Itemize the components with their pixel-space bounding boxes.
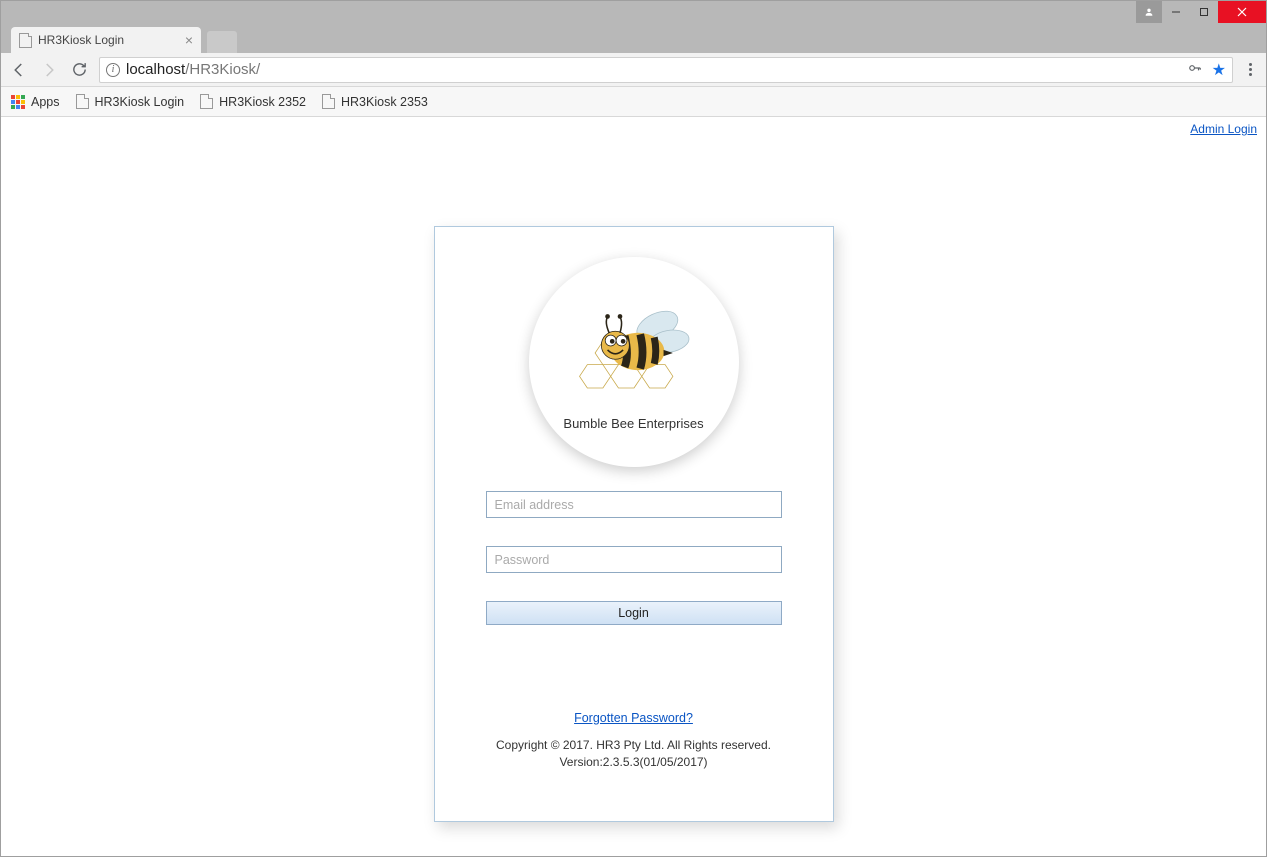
company-logo: Bumble Bee Enterprises bbox=[529, 257, 739, 467]
bookmark-label: HR3Kiosk 2353 bbox=[341, 95, 428, 109]
page-content: Admin Login bbox=[2, 117, 1265, 855]
tab-title: HR3Kiosk Login bbox=[38, 33, 124, 47]
apps-grid-icon bbox=[11, 95, 25, 109]
bookmark-label: HR3Kiosk Login bbox=[95, 95, 185, 109]
copyright-text: Copyright © 2017. HR3 Pty Ltd. All Right… bbox=[455, 737, 813, 771]
bookmark-label: HR3Kiosk 2352 bbox=[219, 95, 306, 109]
url-host: localhost bbox=[126, 61, 185, 78]
password-field[interactable] bbox=[486, 546, 782, 573]
file-icon bbox=[76, 94, 89, 109]
browser-window: HR3Kiosk Login × i localhost/HR3Kiosk/ ★ bbox=[0, 0, 1267, 857]
forward-button[interactable] bbox=[39, 60, 59, 80]
site-info-icon[interactable]: i bbox=[106, 63, 120, 77]
browser-menu-button[interactable] bbox=[1243, 63, 1258, 76]
email-field[interactable] bbox=[486, 491, 782, 518]
tab-close-icon[interactable]: × bbox=[185, 33, 193, 47]
file-icon bbox=[200, 94, 213, 109]
bookmark-item[interactable]: HR3Kiosk 2352 bbox=[200, 94, 306, 109]
apps-shortcut[interactable]: Apps bbox=[11, 95, 60, 109]
address-bar[interactable]: i localhost/HR3Kiosk/ ★ bbox=[99, 57, 1233, 83]
url-path: /HR3Kiosk/ bbox=[185, 61, 260, 78]
apps-label: Apps bbox=[31, 95, 60, 109]
bookmark-star-icon[interactable]: ★ bbox=[1212, 60, 1226, 80]
login-button[interactable]: Login bbox=[486, 601, 782, 625]
admin-login-link[interactable]: Admin Login bbox=[1190, 122, 1257, 136]
login-card: Bumble Bee Enterprises Login Forgotten P… bbox=[434, 226, 834, 822]
browser-toolbar: i localhost/HR3Kiosk/ ★ bbox=[1, 53, 1266, 87]
user-icon[interactable] bbox=[1136, 1, 1162, 23]
new-tab-button[interactable] bbox=[207, 31, 237, 53]
file-icon bbox=[322, 94, 335, 109]
bookmarks-bar: Apps HR3Kiosk Login HR3Kiosk 2352 HR3Kio… bbox=[1, 87, 1266, 117]
tab-hr3kiosk-login[interactable]: HR3Kiosk Login × bbox=[11, 27, 201, 53]
version-line: Version:2.3.5.3(01/05/2017) bbox=[455, 754, 813, 771]
copyright-line: Copyright © 2017. HR3 Pty Ltd. All Right… bbox=[455, 737, 813, 754]
close-button[interactable] bbox=[1218, 1, 1266, 23]
company-name: Bumble Bee Enterprises bbox=[563, 416, 703, 431]
file-icon bbox=[19, 33, 32, 48]
reload-button[interactable] bbox=[69, 60, 89, 80]
tab-strip: HR3Kiosk Login × bbox=[1, 25, 1266, 53]
minimize-button[interactable] bbox=[1162, 1, 1190, 23]
forgot-password-link[interactable]: Forgotten Password? bbox=[574, 711, 693, 725]
back-button[interactable] bbox=[9, 60, 29, 80]
maximize-button[interactable] bbox=[1190, 1, 1218, 23]
titlebar bbox=[1, 1, 1266, 25]
saved-password-icon[interactable] bbox=[1188, 61, 1202, 78]
bee-icon bbox=[564, 298, 704, 408]
admin-login-row: Admin Login bbox=[2, 117, 1265, 136]
bookmark-item[interactable]: HR3Kiosk 2353 bbox=[322, 94, 428, 109]
bookmark-item[interactable]: HR3Kiosk Login bbox=[76, 94, 185, 109]
